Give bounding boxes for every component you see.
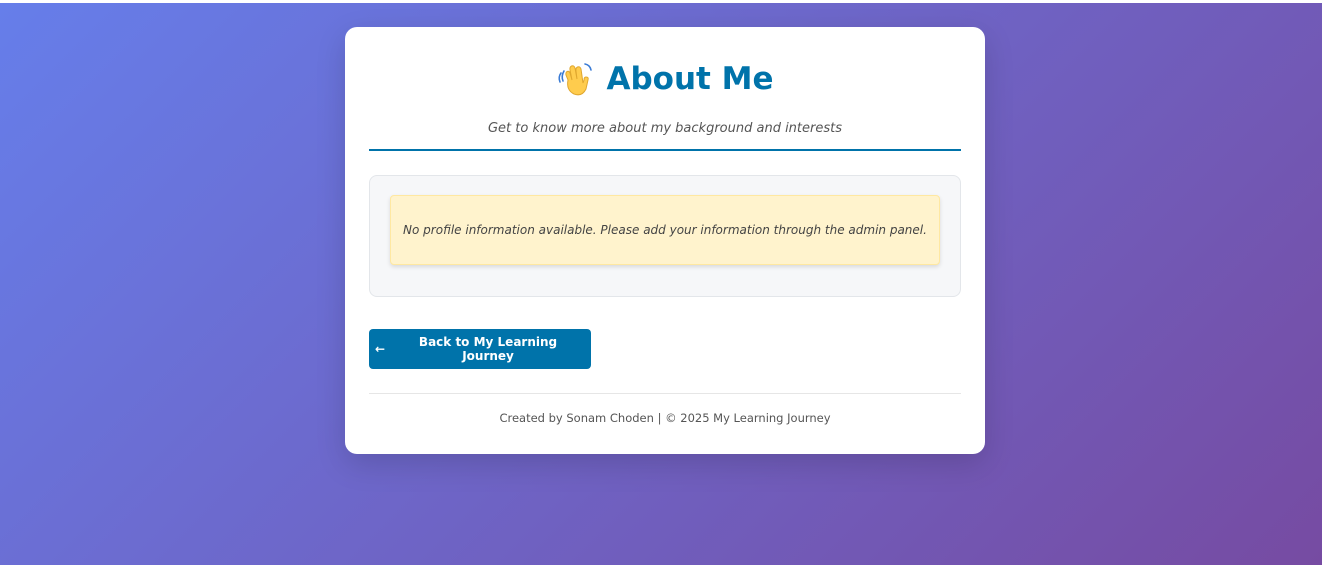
footer-text: Created by Sonam Choden | © 2025 My Lear…	[499, 411, 831, 425]
waving-hand-icon	[556, 60, 594, 98]
page-header: About Me Get to know more about my backg…	[369, 27, 961, 151]
page-title: About Me	[606, 61, 774, 97]
footer: Created by Sonam Choden | © 2025 My Lear…	[369, 393, 961, 425]
back-button-label: Back to My Learning Journey	[418, 335, 558, 363]
back-to-journey-button[interactable]: ← Back to My Learning Journey	[369, 329, 591, 369]
about-card: About Me Get to know more about my backg…	[345, 27, 985, 454]
profile-content: No profile information available. Please…	[369, 175, 961, 297]
arrow-left-icon: ←	[375, 342, 386, 356]
empty-profile-notice: No profile information available. Please…	[390, 195, 940, 265]
page-subtitle: Get to know more about my background and…	[487, 121, 843, 136]
top-strip	[0, 0, 1322, 3]
empty-profile-message: No profile information available. Please…	[403, 223, 927, 237]
title-row: About Me	[369, 57, 961, 101]
